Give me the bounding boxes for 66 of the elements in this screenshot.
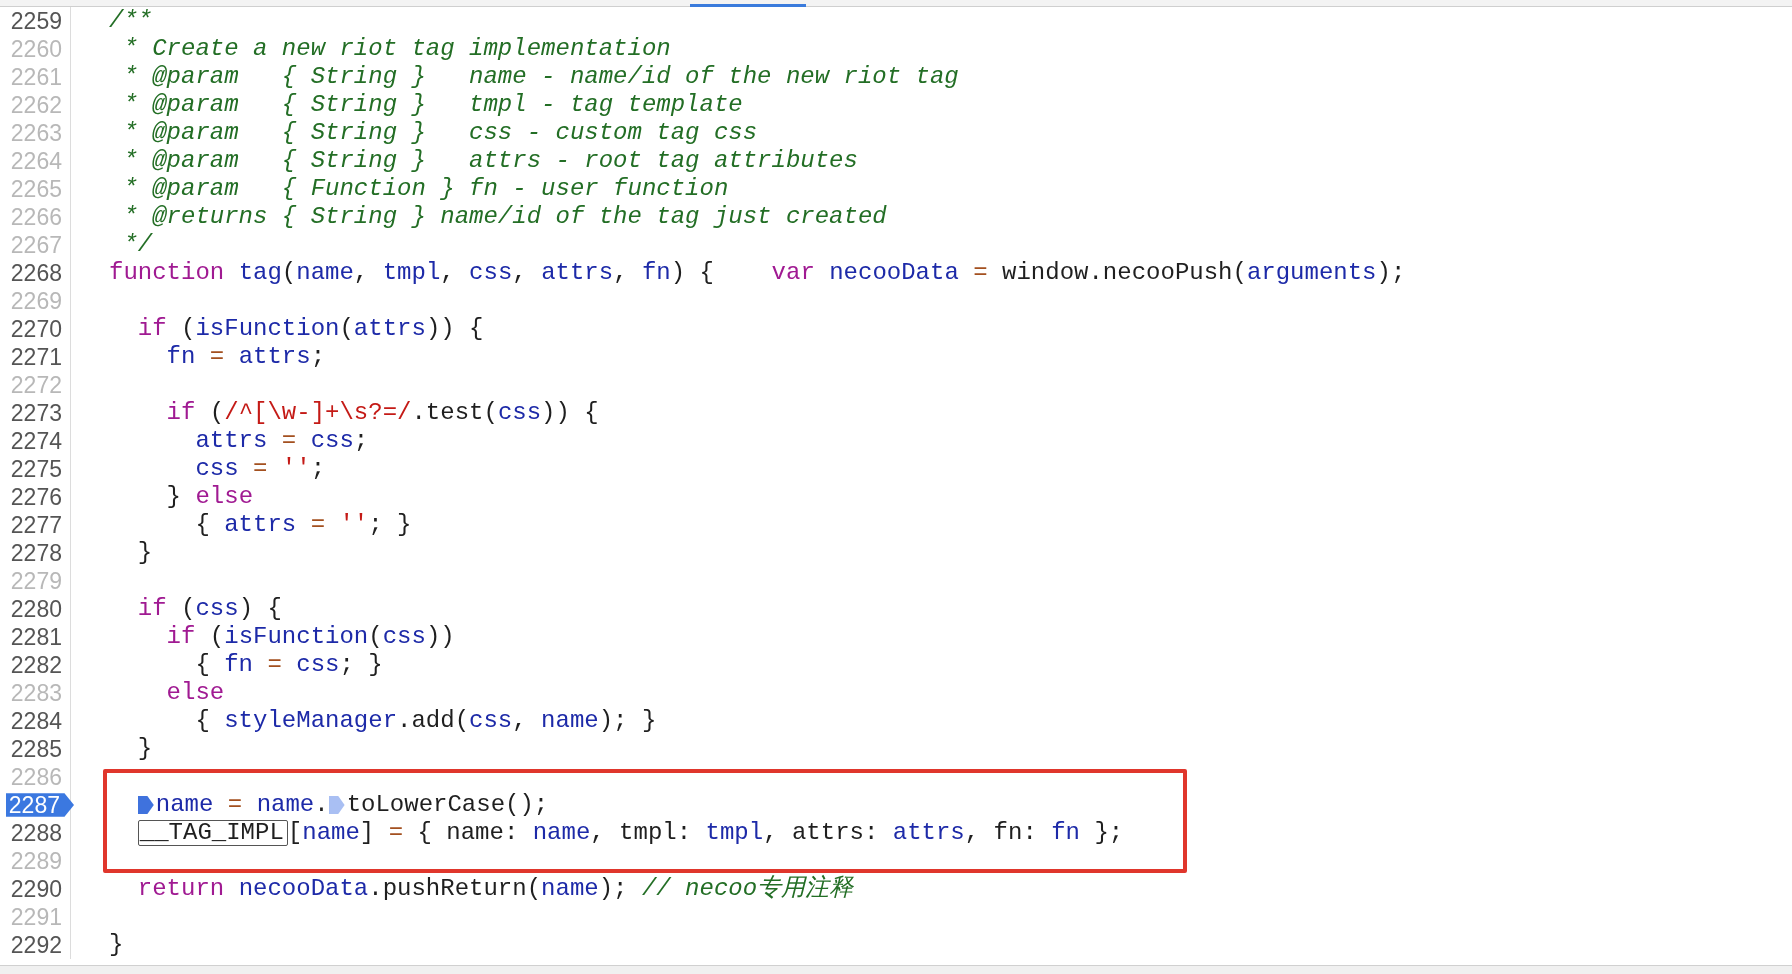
code-line: * @returns { String } name/id of the tag just created [122,203,887,231]
line-number: 2260 [10,35,63,63]
code-line: /** [109,7,153,35]
line-number: 2268 [10,259,63,287]
line-number: 2273 [10,399,63,427]
code-line: { styleManager.add(css, name); } [194,707,657,735]
code-line: attrs = css; [194,427,369,455]
breakpoint-line-number[interactable]: 2287 [6,791,74,819]
line-number: 2283 [10,679,63,707]
line-number: 2274 [10,427,63,455]
line-number: 2270 [10,315,63,343]
code-line: } [136,735,153,763]
line-number: 2264 [10,147,63,175]
line-number: 2269 [10,287,63,315]
highlighted-identifier: __TAG_IMPL [137,820,288,846]
line-number: 2281 [10,623,63,651]
line-number: 2292 [10,931,63,959]
code-text: toLowerCase(); [346,791,549,819]
line-number: 2290 [10,875,63,903]
code-line: fn = attrs; [165,343,326,371]
code-line: { fn = css; } [194,651,383,679]
code-line: } [109,931,124,959]
line-number: 2265 [10,175,63,203]
code-line: * @param { String } attrs - root tag attributes [122,147,858,175]
line-number: 2277 [10,511,63,539]
code-line: * @param { String } css - custom tag css [122,119,758,147]
line-number: 2272 [10,371,63,399]
execution-marker-icon[interactable] [137,796,154,814]
code-line: if (css) { [136,595,282,623]
code-line: } else [165,483,254,511]
code-line: } [136,539,153,567]
code-line: * @param { String } tmpl - tag template [122,91,743,119]
line-number: 2291 [10,903,63,931]
line-number: 2280 [10,595,63,623]
code-line: if (/^[\w-]+\s?=/.test(css)) { [165,399,599,427]
code-line: { attrs = ''; } [194,511,412,539]
execution-marker-icon[interactable] [328,796,345,814]
code-line: css = ''; [194,455,326,483]
line-number: 2289 [10,847,63,875]
code-line: if (isFunction(css)) [165,623,455,651]
line-number: 2262 [10,91,63,119]
line-number: 2259 [10,7,63,35]
line-number: 2276 [10,483,63,511]
line-number: 2279 [10,567,63,595]
code-line: if (isFunction(attrs)) { [136,315,484,343]
code-line: * @param { Function } fn - user function [122,175,729,203]
line-number: 2288 [10,819,63,847]
line-number: 2285 [10,735,63,763]
code-line: * Create a new riot tag implementation [122,35,671,63]
code-line: else [165,679,225,707]
code-text: name = name. [155,791,329,819]
code-line: return necooData.pushReturn(name); // necoo专用注释 [136,875,854,903]
line-number: 2266 [10,203,63,231]
line-number: 2278 [10,539,63,567]
line-number: 2267 [10,231,63,259]
code-text: [name] = { name: name, tmpl: tmpl, attrs: attrs, fn: fn }; [287,819,1124,847]
line-number: 2286 [10,763,63,791]
line-number: 2263 [10,119,63,147]
code-line: function tag(name, tmpl, css, attrs, fn) { var necooData = window.necooPush(arguments); [109,259,1406,287]
line-number: 2261 [10,63,63,91]
line-number: 2275 [10,455,63,483]
code-line: * @param { String } name - name/id of the new riot tag [122,63,959,91]
line-number: 2284 [10,707,63,735]
line-number: 2271 [10,343,63,371]
code-line: */ [122,231,153,259]
line-number: 2282 [10,651,63,679]
